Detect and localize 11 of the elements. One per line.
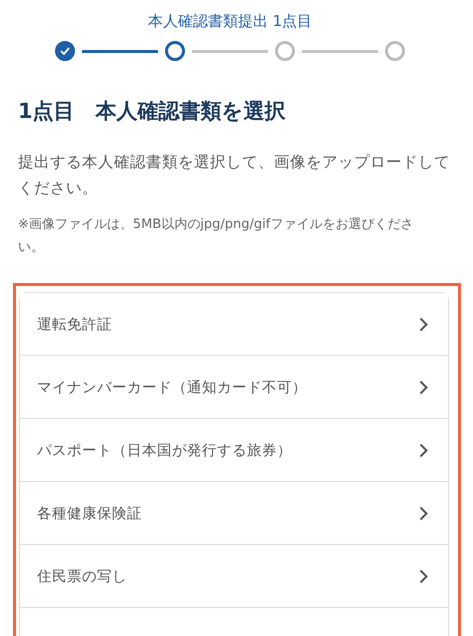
chevron-icon — [419, 316, 428, 332]
check-icon — [60, 47, 70, 55]
file-note: ※画像ファイルは、5MB以内のjpg/png/gifファイルをお選びください。 — [18, 216, 414, 257]
chevron-icon — [419, 506, 428, 520]
page-heading: 1点目 本人確認書類を選択 — [18, 98, 287, 125]
chevron-icon — [419, 442, 428, 458]
chevron-icon — [419, 380, 428, 394]
step-label: 本人確認書類提出 1点目 — [148, 12, 312, 31]
description-text: 提出する本人確認書類を選択して、画像をアップロードしてください。 — [18, 152, 451, 199]
document-option[interactable]: 運転免許証 — [20, 293, 448, 356]
chevron-icon — [419, 568, 428, 584]
